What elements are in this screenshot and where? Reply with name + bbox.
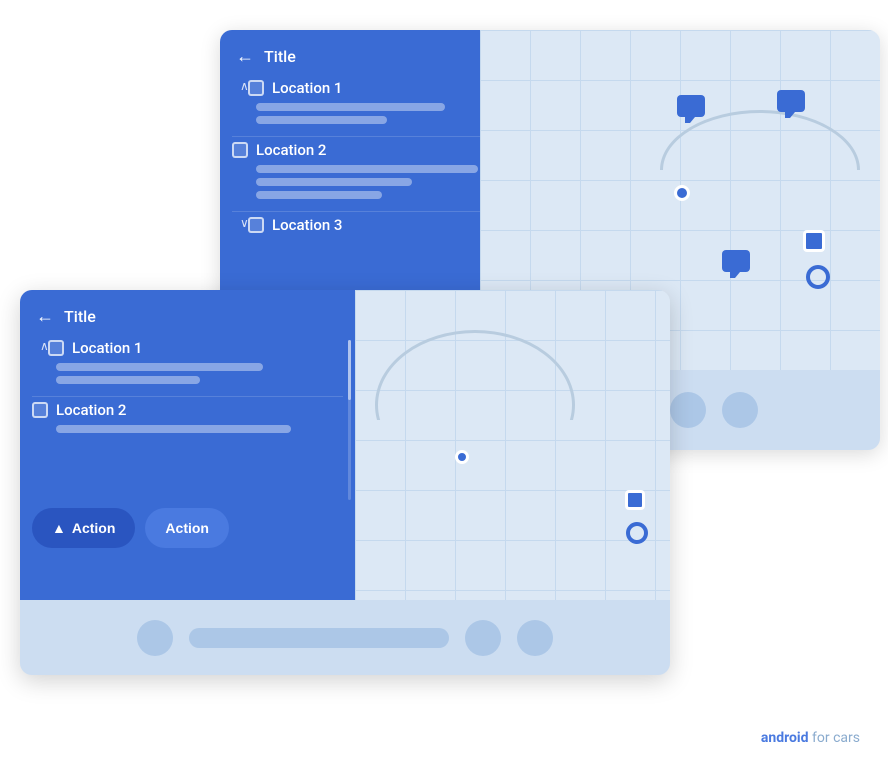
action-nav-icon: ▲: [52, 520, 66, 536]
action-button-primary-label: Action: [72, 520, 116, 536]
bottom-circle: [137, 620, 173, 656]
bar: [56, 363, 263, 371]
map-pin-message: [722, 250, 750, 272]
item-checkbox[interactable]: [32, 402, 48, 418]
front-panel-bottom-bar: [20, 600, 670, 675]
branding-rest: for cars: [809, 730, 860, 746]
map-pin-message: [677, 95, 705, 117]
bar: [256, 116, 387, 124]
collapse-icon[interactable]: ∧: [40, 339, 49, 353]
branding: android for cars: [761, 730, 860, 746]
collapse-icon[interactable]: ∧: [240, 79, 249, 93]
bar: [256, 191, 382, 199]
bottom-circle: [722, 392, 758, 428]
item-bars: [32, 425, 343, 433]
collapse-icon[interactable]: ∨: [240, 216, 249, 230]
item-bars: [232, 165, 508, 199]
bottom-circle: [670, 392, 706, 428]
map-dot: [674, 185, 690, 201]
item-checkbox[interactable]: [248, 217, 264, 233]
item-checkbox[interactable]: [48, 340, 64, 356]
item-checkbox[interactable]: [232, 142, 248, 158]
front-panel-list: ← Title ∧ Location 1: [20, 290, 355, 600]
bar: [56, 425, 291, 433]
item-bars: [32, 363, 343, 384]
item-title: Location 2: [256, 141, 326, 159]
back-list-items: ∧ Location 1 Location 2: [220, 79, 520, 234]
item-title: Location 1: [272, 79, 342, 97]
map-square: [803, 230, 825, 252]
map-ring: [806, 265, 830, 289]
action-button-secondary-label: Action: [165, 520, 209, 536]
map-square: [625, 490, 645, 510]
action-button-secondary[interactable]: Action: [145, 508, 229, 548]
list-item[interactable]: Location 2: [32, 401, 343, 433]
list-item[interactable]: ∨ Location 3: [232, 216, 508, 234]
item-title: Location 2: [56, 401, 126, 419]
branding-bold: android: [761, 730, 809, 746]
road-curve: [375, 330, 575, 480]
scroll-thumb: [348, 340, 351, 400]
map-pin-message: [777, 90, 805, 112]
road-curve: [660, 110, 860, 230]
list-divider: [32, 396, 343, 397]
bottom-circle: [465, 620, 501, 656]
front-panel: ← Title ∧ Location 1: [20, 290, 670, 675]
list-divider: [232, 136, 508, 137]
list-item[interactable]: ∧ Location 1: [32, 339, 343, 384]
bottom-circle: [517, 620, 553, 656]
front-panel-title: Title: [64, 307, 96, 326]
list-item[interactable]: ∧ Location 1: [232, 79, 508, 124]
back-panel-header: ← Title: [220, 30, 520, 79]
back-arrow-icon[interactable]: ←: [236, 46, 254, 67]
bar: [256, 178, 412, 186]
bar: [256, 103, 445, 111]
action-buttons: ▲ Action Action: [32, 508, 229, 548]
front-panel-map: [355, 290, 670, 600]
front-panel-header: ← Title: [20, 290, 355, 339]
bar: [56, 376, 200, 384]
front-list-items: ∧ Location 1 Location 2: [20, 339, 355, 433]
back-arrow-icon[interactable]: ←: [36, 306, 54, 327]
item-title: Location 3: [272, 216, 342, 234]
action-button-primary[interactable]: ▲ Action: [32, 508, 135, 548]
list-divider: [232, 211, 508, 212]
item-bars: [232, 103, 508, 124]
list-item[interactable]: Location 2: [232, 141, 508, 199]
map-ring: [626, 522, 648, 544]
back-panel-title: Title: [264, 47, 296, 66]
map-dot: [455, 450, 469, 464]
bar: [256, 165, 478, 173]
item-title: Location 1: [72, 339, 142, 357]
item-checkbox[interactable]: [248, 80, 264, 96]
scroll-track: [348, 340, 351, 500]
bottom-search-bar[interactable]: [189, 628, 449, 648]
